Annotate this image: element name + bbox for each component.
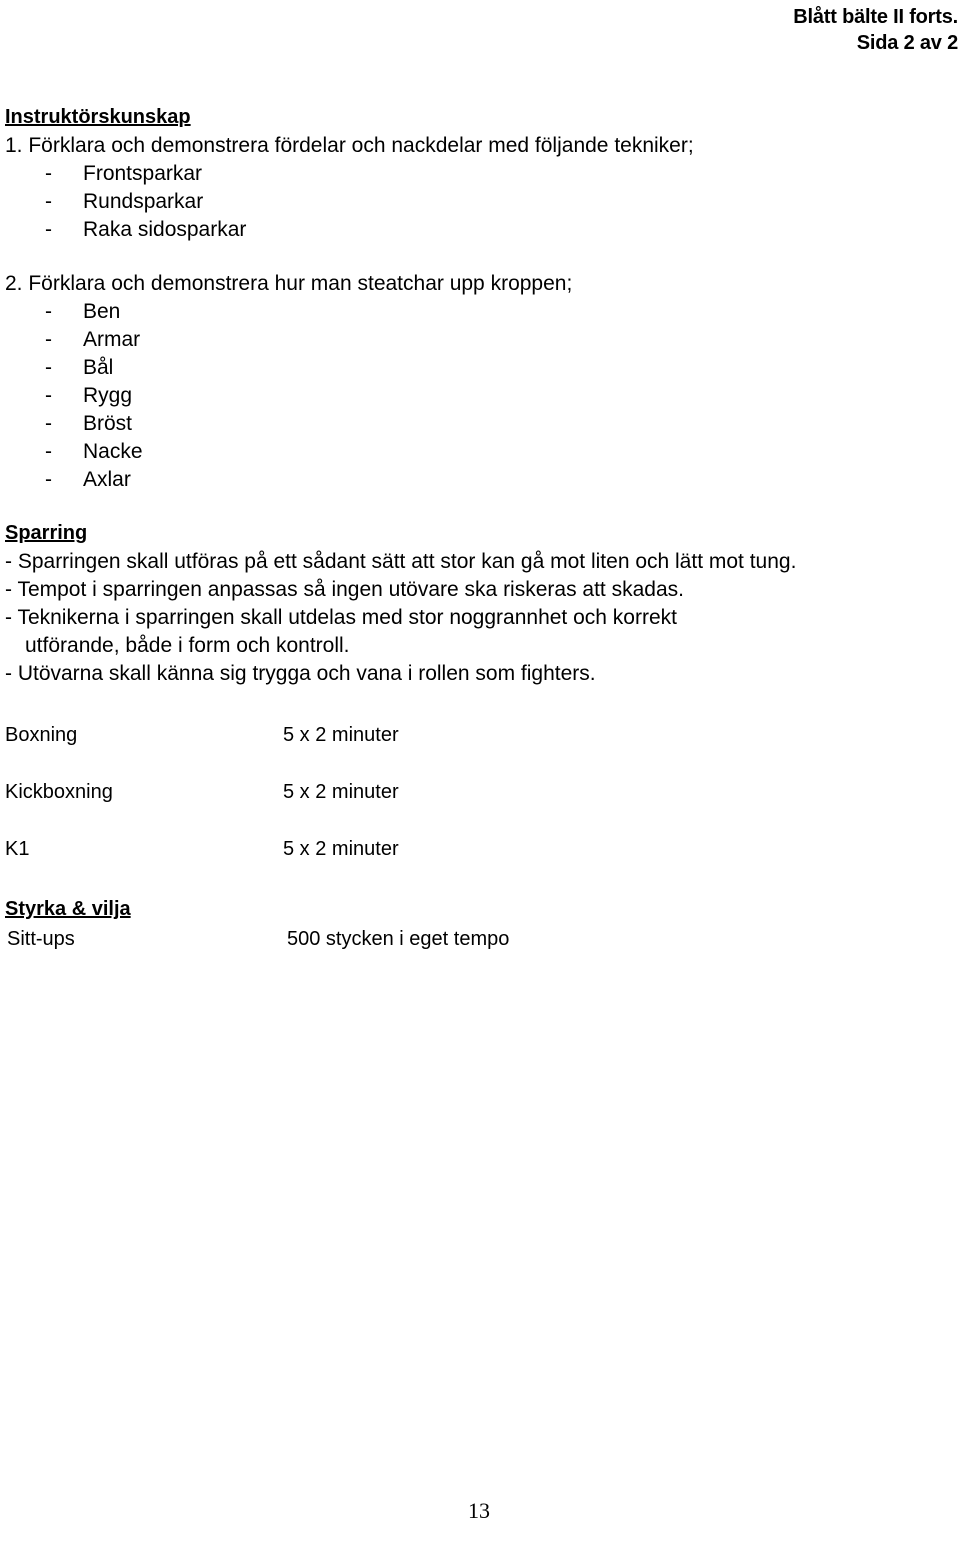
dash-marker: - [45,218,52,241]
row-spacer [5,748,705,779]
list-item: - Armar [5,326,955,354]
list-item-label: Bröst [83,412,133,435]
heading-instruktorskunskap: Instruktörskunskap [5,106,191,128]
document-page: Blått bälte II forts. Sida 2 av 2 Instru… [0,0,960,1543]
sparring-line-1: - Sparringen skall utföras på ett sådant… [5,550,797,573]
dash-marker: - [45,190,52,213]
sparring-line-3: - Teknikerna i sparringen skall utdelas … [5,606,677,629]
dash-marker: - [45,384,52,407]
row-label: Boxning [5,724,78,746]
list-item-label: Rygg [83,384,133,407]
document-body: Instruktörskunskap 1. Förklara och demon… [5,104,955,954]
section-sparring: Sparring [5,520,955,548]
list-item: - Raka sidosparkar [5,216,955,244]
row-label: K1 [5,838,30,860]
sparring-schedule-table: Boxning 5 x 2 minuter Kickboxning 5 x 2 … [5,722,705,862]
list-item: - Axlar [5,466,955,494]
heading-sparring: Sparring [5,522,88,544]
footer-page-number: 13 [468,1498,490,1523]
list-item-label: Axlar [83,468,131,491]
dash-marker: - [45,328,52,351]
header-page-of: Sida 2 av 2 [856,32,958,54]
table-row: K1 5 x 2 minuter [5,836,705,862]
list-item-label: Raka sidosparkar [83,218,247,241]
row-value: 5 x 2 minuter [283,724,399,746]
dash-marker: - [45,468,52,491]
sparring-line-3-continuation: utförande, både i form och kontroll. [25,634,350,657]
header-title: Blått bälte II forts. [793,6,958,28]
list-item: - Bål [5,354,955,382]
list-item: - Ben [5,298,955,326]
instructor-item-1-text: 1. Förklara och demonstrera fördelar och… [5,134,694,157]
dash-marker: - [45,412,52,435]
document-header: Blått bälte II forts. Sida 2 av 2 [0,4,958,56]
list-item: - Frontsparkar [5,160,955,188]
row-value: 500 stycken i eget tempo [287,928,510,950]
section-strength: Styrka & vilja [5,896,955,924]
dash-marker: - [45,300,52,323]
list-item: - Bröst [5,410,955,438]
dash-marker: - [45,356,52,379]
instructor-item-2-text: 2. Förklara och demonstrera hur man stea… [5,272,573,295]
list-item-label: Armar [83,328,141,351]
list-item-label: Ben [83,300,121,323]
section-instructor: Instruktörskunskap [5,104,955,132]
table-row: Kickboxning 5 x 2 minuter [5,779,705,805]
list-item: - Nacke [5,438,955,466]
list-item-label: Nacke [83,440,143,463]
sparring-line-2: - Tempot i sparringen anpassas så ingen … [5,578,684,601]
row-value: 5 x 2 minuter [283,838,399,860]
list-item-label: Frontsparkar [83,162,203,185]
dash-marker: - [45,162,52,185]
instructor-item-2-list: - Ben - Armar - Bål - Rygg - Bröst - Nac… [5,298,955,494]
row-label: Kickboxning [5,781,113,803]
heading-styrka-vilja: Styrka & vilja [5,898,131,920]
table-row: Sitt-ups 500 stycken i eget tempo [7,926,509,952]
instructor-item-1-list: - Frontsparkar - Rundsparkar - Raka sido… [5,160,955,244]
row-label: Sitt-ups [7,928,75,950]
list-item-label: Bål [83,356,114,379]
row-value: 5 x 2 minuter [283,781,399,803]
list-item: - Rundsparkar [5,188,955,216]
sparring-line-4: - Utövarna skall känna sig trygga och va… [5,662,596,685]
row-spacer [5,805,705,836]
list-item: - Rygg [5,382,955,410]
table-row: Boxning 5 x 2 minuter [5,722,705,748]
dash-marker: - [45,440,52,463]
list-item-label: Rundsparkar [83,190,204,213]
strength-table: Sitt-ups 500 stycken i eget tempo [5,924,511,954]
